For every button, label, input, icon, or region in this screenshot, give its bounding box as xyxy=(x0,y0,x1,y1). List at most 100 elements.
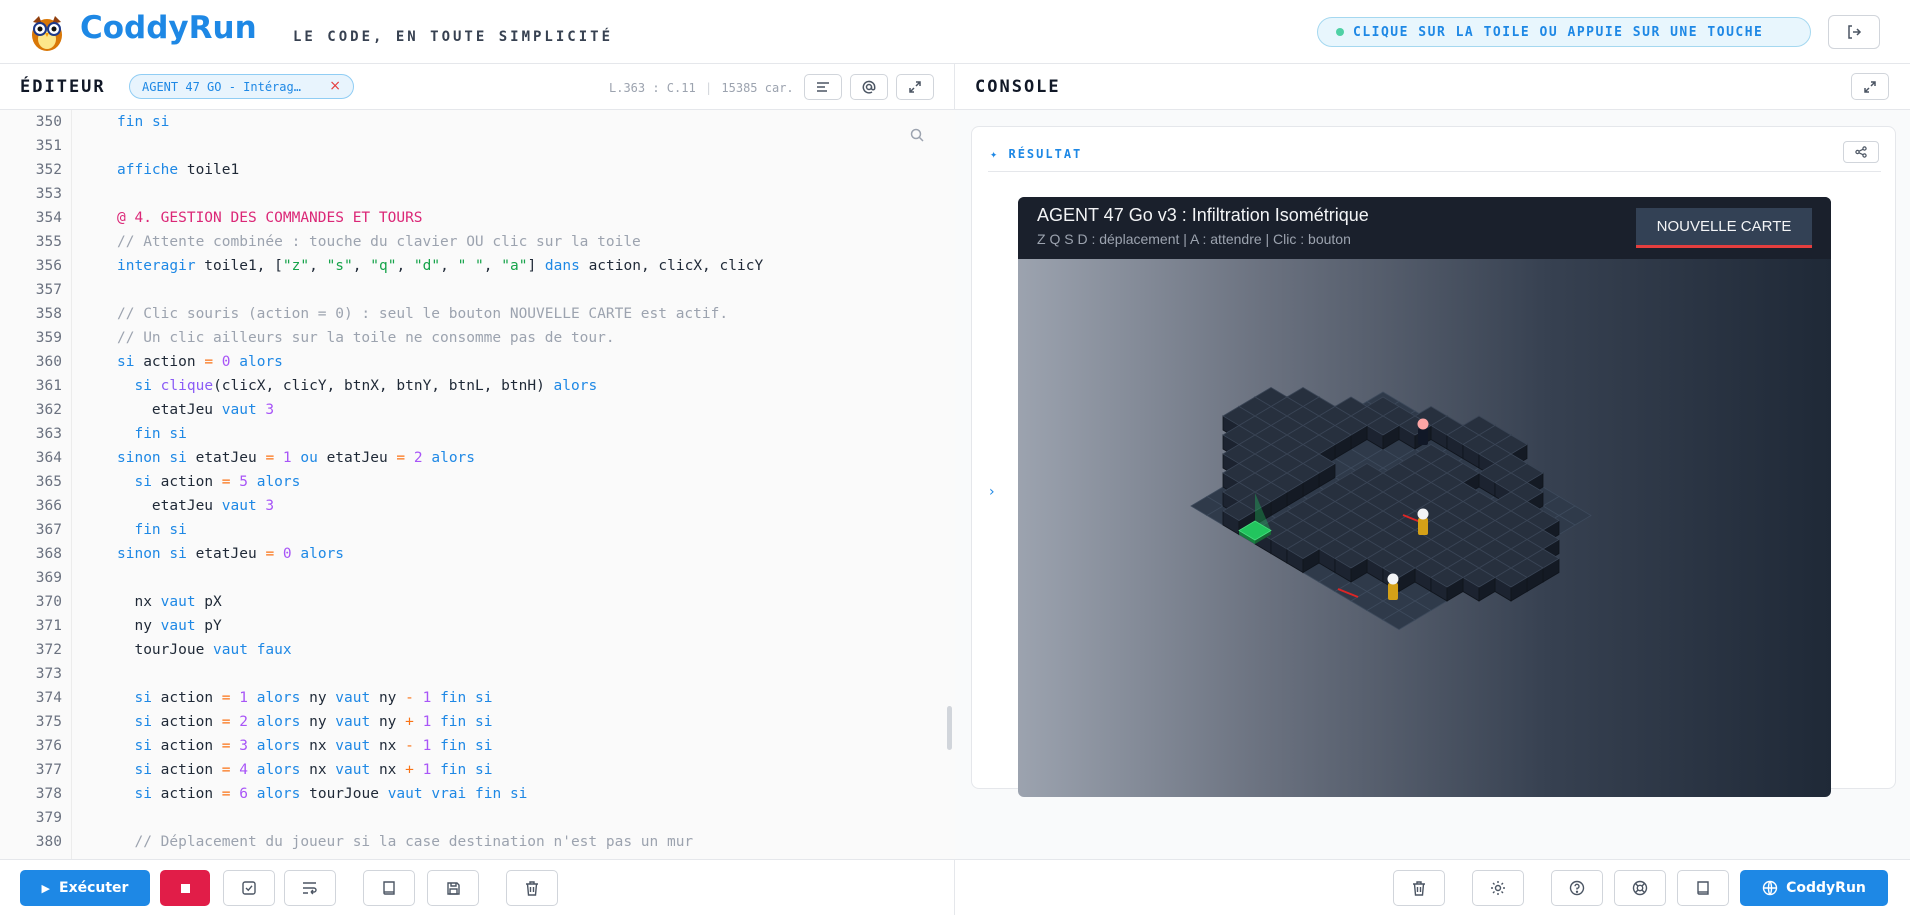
editor-scrollbar[interactable] xyxy=(947,706,952,750)
code-line[interactable]: 380 // Déplacement du joueur si la case … xyxy=(0,830,955,854)
line-number: 353 xyxy=(35,186,62,202)
editor-header: ÉDITEUR AGENT 47 GO - Intérag… × L.363 :… xyxy=(0,64,955,110)
code-line[interactable]: 354 @ 4. GESTION DES COMMANDES ET TOURS xyxy=(0,206,955,230)
mention-button[interactable] xyxy=(850,74,888,100)
line-code: fin si xyxy=(134,426,187,442)
line-number: 352 xyxy=(35,162,62,178)
code-line[interactable]: 362 etatJeu vaut 3 xyxy=(0,398,955,422)
line-number: 377 xyxy=(35,762,62,778)
save-button[interactable] xyxy=(427,870,479,906)
check-button[interactable] xyxy=(223,870,275,906)
lifebuoy-icon xyxy=(1632,880,1648,896)
line-code: si clique(clicX, clicY, btnX, btnY, btnL… xyxy=(134,378,598,394)
code-line[interactable]: 365 si action = 5 alors xyxy=(0,470,955,494)
code-line[interactable]: 359 // Un clic ailleurs sur la toile ne c… xyxy=(0,326,955,350)
editor-stats: L.363 : C.11 | 15385 car. xyxy=(609,81,794,95)
book-icon xyxy=(1697,881,1709,895)
line-code: // Attente combinée : touche du clavier … xyxy=(117,234,641,250)
code-line[interactable]: 352 affiche toile1 xyxy=(0,158,955,182)
clear-console-button[interactable] xyxy=(1393,870,1445,906)
file-tab[interactable]: AGENT 47 GO - Intérag… × xyxy=(129,74,354,99)
line-code: fin si xyxy=(134,522,187,538)
code-line[interactable]: 369 xyxy=(0,566,955,590)
code-line[interactable]: 376 si action = 3 alors nx vaut nx - 1 f… xyxy=(0,734,955,758)
file-tab-label: AGENT 47 GO - Intérag… xyxy=(142,79,301,94)
code-line[interactable]: 367 fin si xyxy=(0,518,955,542)
cursor-position: L.363 : C.11 xyxy=(609,81,696,95)
code-line[interactable]: 372 tourJoue vaut faux xyxy=(0,638,955,662)
code-line[interactable]: 379 xyxy=(0,806,955,830)
save-icon xyxy=(446,881,460,895)
line-number: 355 xyxy=(35,234,62,250)
line-code: si action = 3 alors nx vaut nx - 1 fin s… xyxy=(134,738,493,754)
gear-icon xyxy=(1491,881,1505,895)
checkbox-icon xyxy=(242,881,256,895)
settings-button[interactable] xyxy=(1472,870,1524,906)
line-number: 371 xyxy=(35,618,62,634)
support-button[interactable] xyxy=(1614,870,1666,906)
line-number: 359 xyxy=(35,330,62,346)
code-line[interactable]: 368 sinon si etatJeu = 0 alors xyxy=(0,542,955,566)
game-title: AGENT 47 Go v3 : Infiltration Isométriqu… xyxy=(1037,205,1369,225)
code-line[interactable]: 364 sinon si etatJeu = 1 ou etatJeu = 2 a… xyxy=(0,446,955,470)
guide-button[interactable] xyxy=(1677,870,1729,906)
result-label: ✦ RÉSULTAT xyxy=(990,147,1082,161)
expand-icon xyxy=(909,81,921,93)
delete-code-button[interactable] xyxy=(506,870,558,906)
share-button[interactable] xyxy=(1843,141,1879,163)
code-editor[interactable]: 350 fin si 351 352 affiche toile1 353 354 @ 4. … xyxy=(0,110,955,859)
code-line[interactable]: 357 xyxy=(0,278,955,302)
close-file-icon[interactable]: × xyxy=(329,78,341,94)
expand-console-button[interactable] xyxy=(1851,73,1889,100)
search-icon[interactable] xyxy=(910,128,924,142)
docs-button[interactable] xyxy=(363,870,415,906)
at-sign-icon xyxy=(862,80,876,94)
line-code: ny vaut pY xyxy=(117,618,222,634)
line-code: si action = 0 alors xyxy=(117,354,283,370)
line-number: 358 xyxy=(35,306,62,322)
stop-icon xyxy=(180,883,190,893)
line-code: si action = 6 alors tourJoue vaut vrai f… xyxy=(134,786,528,802)
code-line[interactable]: 370 nx vaut pX xyxy=(0,590,955,614)
wrap-button[interactable] xyxy=(284,870,336,906)
stop-button[interactable] xyxy=(160,870,210,906)
code-line[interactable]: 355 // Attente combinée : touche du clavi… xyxy=(0,230,955,254)
code-line[interactable]: 351 xyxy=(0,134,955,158)
format-button[interactable] xyxy=(804,74,842,100)
code-line[interactable]: 375 si action = 2 alors ny vaut ny + 1 f… xyxy=(0,710,955,734)
code-line[interactable]: 366 etatJeu vaut 3 xyxy=(0,494,955,518)
code-line[interactable]: 358 // Clic souris (action = 0) : seul le… xyxy=(0,302,955,326)
share-icon xyxy=(1855,146,1867,158)
line-number: 378 xyxy=(35,786,62,802)
code-line[interactable]: 373 xyxy=(0,662,955,686)
logout-button[interactable] xyxy=(1828,15,1880,49)
expand-editor-button[interactable] xyxy=(896,74,934,100)
code-line[interactable]: 378 si action = 6 alors tourJoue vaut vr… xyxy=(0,782,955,806)
chevron-right-icon[interactable]: › xyxy=(989,484,995,500)
game-canvas[interactable]: AGENT 47 Go v3 : Infiltration Isométriqu… xyxy=(1018,197,1831,797)
char-count: 15385 car. xyxy=(721,81,794,95)
result-divider xyxy=(988,171,1881,172)
code-line[interactable]: 360 si action = 0 alors xyxy=(0,350,955,374)
code-line[interactable]: 377 si action = 4 alors nx vaut nx + 1 f… xyxy=(0,758,955,782)
run-button[interactable]: ▶ Exécuter xyxy=(20,870,150,906)
bottom-toolbar: ▶ Exécuter CoddyRun xyxy=(0,859,1910,915)
owl-logo-icon xyxy=(28,12,66,52)
play-icon: ▶ xyxy=(41,881,50,895)
code-line[interactable]: 371 ny vaut pY xyxy=(0,614,955,638)
new-map-button[interactable]: NOUVELLE CARTE xyxy=(1636,208,1812,248)
coddyrun-button[interactable]: CoddyRun xyxy=(1740,870,1888,906)
code-line[interactable]: 353 xyxy=(0,182,955,206)
help-button[interactable] xyxy=(1551,870,1603,906)
line-number: 357 xyxy=(35,282,62,298)
code-line[interactable]: 361 si clique(clicX, clicY, btnX, btnY, … xyxy=(0,374,955,398)
trash-icon xyxy=(526,880,538,896)
line-code: si action = 1 alors ny vaut ny - 1 fin s… xyxy=(134,690,493,706)
line-code: // Clic souris (action = 0) : seul le bo… xyxy=(117,306,729,322)
code-line[interactable]: 363 fin si xyxy=(0,422,955,446)
game-controls: Z Q S D : déplacement | A : attendre | C… xyxy=(1037,231,1351,247)
code-line[interactable]: 350 fin si xyxy=(0,110,955,134)
code-line[interactable]: 356 interagir toile1, ["z", "s", "q", "d"… xyxy=(0,254,955,278)
code-line[interactable]: 374 si action = 1 alors ny vaut ny - 1 f… xyxy=(0,686,955,710)
line-number: 380 xyxy=(35,834,62,850)
